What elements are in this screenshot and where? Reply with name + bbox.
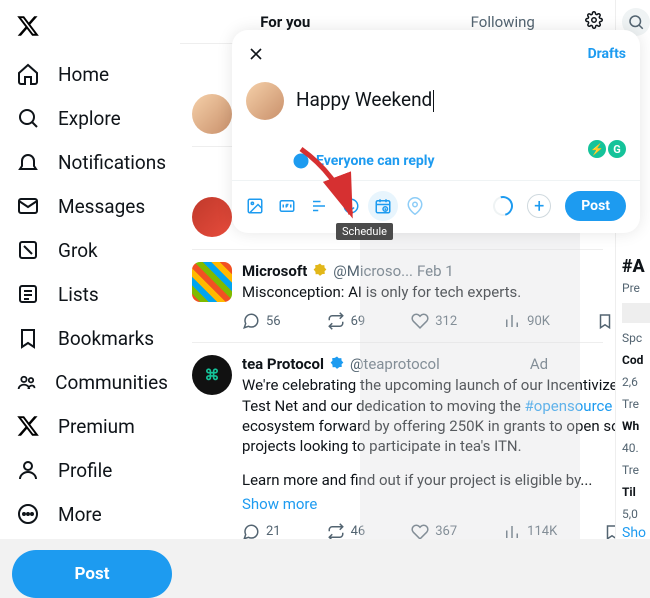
bookmark-icon[interactable] [603,523,615,540]
nav-label: Profile [58,459,112,482]
nav-label: Grok [58,239,98,262]
reply-scope-button[interactable]: Everyone can reply [232,124,640,180]
avatar[interactable]: ⌘ [192,355,232,395]
post-button[interactable]: Post [565,191,626,221]
verified-icon [328,355,346,373]
verified-icon [311,262,329,280]
reply-button[interactable]: 56 [242,312,281,330]
location-icon[interactable] [406,197,424,215]
nav-label: Messages [58,195,145,218]
nav-messages[interactable]: Messages [4,184,180,228]
media-icon[interactable] [246,197,264,215]
drafts-button[interactable]: Drafts [588,46,626,62]
reply-button[interactable]: 21 [242,523,281,540]
nav-label: More [58,503,102,526]
grammarly-badge[interactable]: ⚡G [588,140,626,158]
nav-profile[interactable]: Profile [4,448,180,492]
compose-modal: Drafts Happy Weekend ⚡G Everyone can rep… [232,30,640,233]
avatar[interactable] [192,262,232,302]
nav-more[interactable]: More [4,492,180,536]
char-progress [490,192,517,219]
poll-icon[interactable] [310,197,328,215]
schedule-tooltip: Schedule [336,223,393,240]
nav-notifications[interactable]: Notifications [4,140,180,184]
bookmark-icon[interactable] [596,312,614,330]
close-icon[interactable] [246,44,266,64]
nav-lists[interactable]: Lists [4,272,180,316]
nav-home[interactable]: Home [4,52,180,96]
nav-label: Lists [58,283,99,306]
compose-avatar[interactable] [246,82,284,120]
compose-input[interactable]: Happy Weekend [296,82,626,120]
nav-label: Explore [58,107,121,130]
nav-label: Home [58,63,109,86]
nav-explore[interactable]: Explore [4,96,180,140]
tweet-author[interactable]: tea Protocol [242,355,324,373]
nav-premium[interactable]: Premium [4,404,180,448]
nav-label: Premium [58,415,135,438]
gif-icon[interactable] [278,197,296,215]
avatar[interactable] [192,94,232,134]
add-thread-button[interactable]: + [527,194,551,218]
nav-bookmarks[interactable]: Bookmarks [4,316,180,360]
schedule-icon[interactable] [368,191,398,221]
emoji-icon[interactable] [342,197,360,215]
nav-label: Notifications [58,151,166,174]
nav-label: Bookmarks [58,327,154,350]
nav-label: Communities [55,371,168,394]
tweet-author[interactable]: Microsoft [242,262,307,280]
nav-grok[interactable]: Grok [4,228,180,272]
avatar[interactable] [192,197,232,237]
x-logo[interactable] [4,4,180,52]
sidebar-post-button[interactable]: Post [12,550,172,598]
nav-communities[interactable]: Communities [4,360,180,404]
